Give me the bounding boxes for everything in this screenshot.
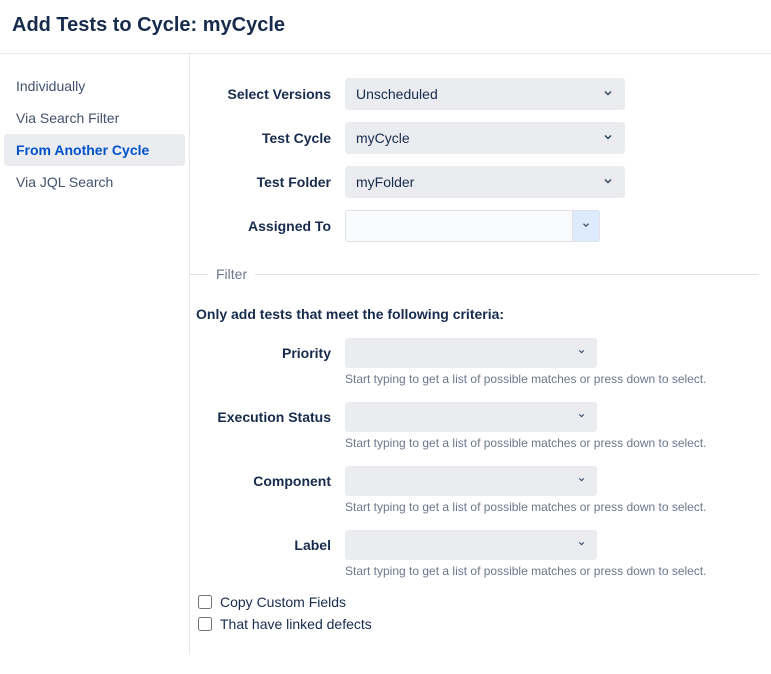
label-hint: Start typing to get a list of possible m… [345, 564, 759, 578]
copy-custom-fields-checkbox[interactable] [198, 595, 212, 609]
priority-hint: Start typing to get a list of possible m… [345, 372, 759, 386]
chevron-down-icon [577, 475, 586, 487]
copy-custom-fields-row[interactable]: Copy Custom Fields [198, 594, 759, 610]
test-folder-dropdown[interactable]: myFolder [345, 166, 625, 198]
test-cycle-value: myCycle [356, 130, 410, 146]
page-title: Add Tests to Cycle: myCycle [12, 14, 759, 37]
component-label: Component [190, 473, 345, 489]
execution-status-select[interactable] [345, 402, 597, 432]
test-cycle-dropdown[interactable]: myCycle [345, 122, 625, 154]
sidebar: Individually Via Search Filter From Anot… [0, 54, 190, 654]
component-hint: Start typing to get a list of possible m… [345, 500, 759, 514]
chevron-down-icon [577, 347, 586, 359]
test-folder-value: myFolder [356, 174, 414, 190]
sidebar-item-via-jql-search[interactable]: Via JQL Search [4, 166, 185, 198]
label-label: Label [190, 537, 345, 553]
priority-label: Priority [190, 345, 345, 361]
priority-select[interactable] [345, 338, 597, 368]
chevron-down-icon [577, 411, 586, 423]
dialog-header: Add Tests to Cycle: myCycle [0, 0, 771, 54]
filter-legend: Filter [208, 266, 255, 282]
chevron-down-icon [602, 174, 614, 190]
filter-criteria-text: Only add tests that meet the following c… [196, 306, 759, 322]
main-panel: Select Versions Unscheduled Test Cycle m… [190, 54, 771, 654]
execution-status-hint: Start typing to get a list of possible m… [345, 436, 759, 450]
chevron-down-icon [581, 217, 591, 235]
linked-defects-row[interactable]: That have linked defects [198, 616, 759, 632]
select-versions-value: Unscheduled [356, 86, 438, 102]
label-select[interactable] [345, 530, 597, 560]
linked-defects-label: That have linked defects [220, 616, 372, 632]
sidebar-item-individually[interactable]: Individually [4, 70, 185, 102]
copy-custom-fields-label: Copy Custom Fields [220, 594, 346, 610]
component-select[interactable] [345, 466, 597, 496]
test-folder-label: Test Folder [190, 174, 345, 190]
assigned-to-dropdown-button[interactable] [572, 210, 600, 242]
chevron-down-icon [577, 539, 586, 551]
select-versions-label: Select Versions [190, 86, 345, 102]
assigned-to-label: Assigned To [190, 218, 345, 234]
linked-defects-checkbox[interactable] [198, 617, 212, 631]
sidebar-item-via-search-filter[interactable]: Via Search Filter [4, 102, 185, 134]
assigned-to-combo [345, 210, 600, 242]
chevron-down-icon [602, 130, 614, 146]
sidebar-item-from-another-cycle[interactable]: From Another Cycle [4, 134, 185, 166]
execution-status-label: Execution Status [190, 409, 345, 425]
assigned-to-input[interactable] [345, 210, 572, 242]
filter-fieldset: Filter Only add tests that meet the foll… [190, 266, 759, 638]
test-cycle-label: Test Cycle [190, 130, 345, 146]
chevron-down-icon [602, 86, 614, 102]
select-versions-dropdown[interactable]: Unscheduled [345, 78, 625, 110]
